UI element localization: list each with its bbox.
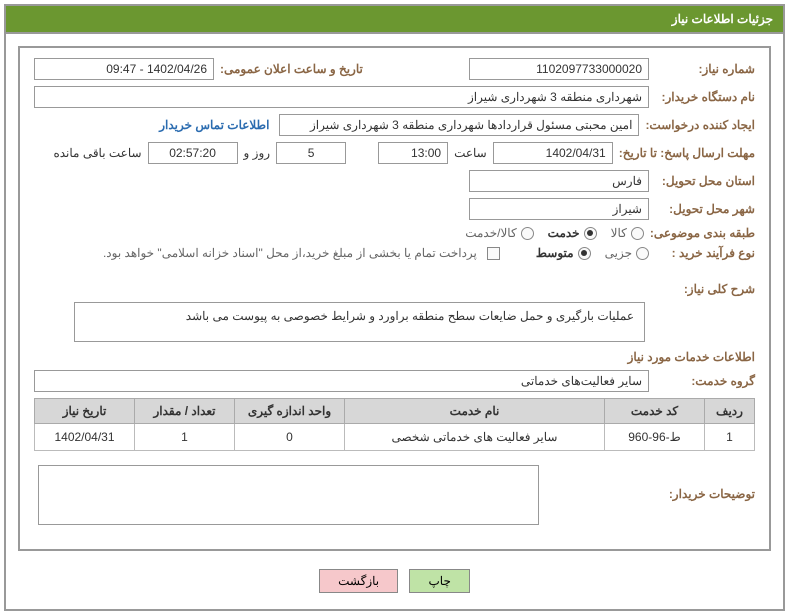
process-motavaset[interactable]: متوسط — [536, 246, 591, 260]
requester-value: امین محبتی مسئول قراردادها شهرداری منطقه… — [279, 114, 639, 136]
category-khadmat-label: خدمت — [548, 226, 580, 240]
category-khadmat[interactable]: خدمت — [548, 226, 597, 240]
print-button[interactable]: چاپ — [409, 569, 469, 593]
city-label: شهر محل تحویل: — [655, 202, 755, 216]
cell-code: ط-96-960 — [605, 424, 705, 451]
radio-icon — [636, 247, 649, 260]
need-summary-value: عملیات بارگیری و حمل ضایعات سطح منطقه بر… — [74, 302, 645, 342]
announce-datetime-value: 1402/04/26 - 09:47 — [34, 58, 214, 80]
process-type-radio-group: جزیی متوسط — [536, 246, 649, 260]
checkbox-icon — [487, 247, 500, 260]
service-info-header: اطلاعات خدمات مورد نیاز — [34, 350, 755, 364]
deadline-date-value: 1402/04/31 — [493, 142, 613, 164]
th-qty: تعداد / مقدار — [135, 399, 235, 424]
process-type-label: نوع فرآیند خرید : — [655, 246, 755, 260]
category-kala[interactable]: کالا — [611, 226, 644, 240]
need-summary-label: شرح کلی نیاز: — [655, 282, 755, 296]
th-row: ردیف — [705, 399, 755, 424]
cell-unit: 0 — [235, 424, 345, 451]
cell-name: سایر فعالیت های خدماتی شخصی — [345, 424, 605, 451]
time-label: ساعت — [454, 146, 487, 160]
service-group-value: سایر فعالیت‌های خدماتی — [34, 370, 649, 392]
category-radio-group: کالا خدمت کالا/خدمت — [465, 226, 644, 240]
radio-icon — [584, 227, 597, 240]
process-motavaset-label: متوسط — [536, 246, 574, 260]
city-value: شیراز — [469, 198, 649, 220]
cell-qty: 1 — [135, 424, 235, 451]
category-kala-khadmat-label: کالا/خدمت — [465, 226, 516, 240]
announce-label: تاریخ و ساعت اعلان عمومی: — [220, 62, 363, 76]
payment-note-text: پرداخت تمام یا بخشی از مبلغ خرید،از محل … — [103, 246, 477, 260]
deadline-time-value: 13:00 — [378, 142, 448, 164]
panel-title: جزئیات اطلاعات نیاز — [6, 6, 783, 34]
need-number-value: 1102097733000020 — [469, 58, 649, 80]
days-remaining-value: 5 — [276, 142, 346, 164]
th-date: تاریخ نیاز — [35, 399, 135, 424]
service-group-label: گروه خدمت: — [655, 374, 755, 388]
back-button[interactable]: بازگشت — [319, 569, 398, 593]
process-jozi-label: جزیی — [605, 246, 632, 260]
province-value: فارس — [469, 170, 649, 192]
radio-icon — [521, 227, 534, 240]
category-kala-label: کالا — [611, 226, 627, 240]
buyer-contact-link[interactable]: اطلاعات تماس خریدار — [159, 118, 273, 132]
requester-label: ایجاد کننده درخواست: — [645, 118, 755, 132]
buyer-org-label: نام دستگاه خریدار: — [655, 90, 755, 104]
footer-buttons: چاپ بازگشت — [18, 561, 771, 597]
buyer-notes-label: توضیحات خریدار: — [655, 487, 755, 501]
countdown-value: 02:57:20 — [148, 142, 238, 164]
days-and-label: روز و — [244, 146, 271, 160]
buyer-notes-box — [38, 465, 539, 525]
services-table: ردیف کد خدمت نام خدمت واحد اندازه گیری ت… — [34, 398, 755, 451]
cell-row: 1 — [705, 424, 755, 451]
process-jozi[interactable]: جزیی — [605, 246, 649, 260]
radio-icon — [578, 247, 591, 260]
category-kala-khadmat[interactable]: کالا/خدمت — [465, 226, 533, 240]
main-form-box: شماره نیاز: 1102097733000020 تاریخ و ساع… — [18, 46, 771, 551]
th-name: نام خدمت — [345, 399, 605, 424]
th-unit: واحد اندازه گیری — [235, 399, 345, 424]
remaining-label: ساعت باقی مانده — [53, 146, 141, 160]
category-label: طبقه بندی موضوعی: — [650, 226, 755, 240]
province-label: استان محل تحویل: — [655, 174, 755, 188]
th-code: کد خدمت — [605, 399, 705, 424]
deadline-label: مهلت ارسال پاسخ: تا تاریخ: — [619, 146, 755, 160]
cell-date: 1402/04/31 — [35, 424, 135, 451]
buyer-org-value: شهرداری منطقه 3 شهرداری شیراز — [34, 86, 649, 108]
payment-check[interactable] — [487, 247, 500, 260]
radio-icon — [631, 227, 644, 240]
need-number-label: شماره نیاز: — [655, 62, 755, 76]
table-row: 1 ط-96-960 سایر فعالیت های خدماتی شخصی 0… — [35, 424, 755, 451]
